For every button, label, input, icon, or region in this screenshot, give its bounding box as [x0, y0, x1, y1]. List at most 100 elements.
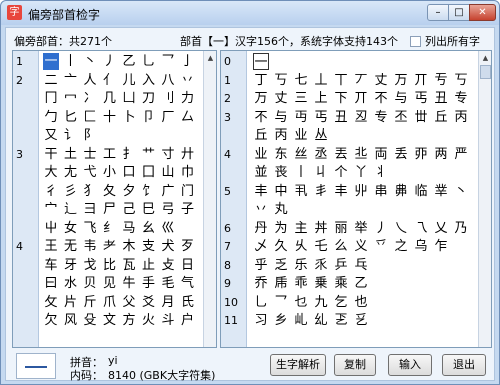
- character-cell[interactable]: 乤: [333, 312, 349, 329]
- radical-cell[interactable]: 辶: [63, 201, 79, 218]
- radical-cell[interactable]: 牛: [121, 275, 137, 292]
- character-cell[interactable]: 丳: [393, 183, 409, 200]
- character-cell[interactable]: 両: [373, 146, 389, 163]
- character-cell[interactable]: 乕: [273, 275, 289, 292]
- character-cell[interactable]: 丁: [253, 72, 269, 89]
- character-cell[interactable]: 丰: [253, 183, 269, 200]
- exit-button[interactable]: 退出: [442, 354, 486, 376]
- character-cell[interactable]: 丬: [373, 164, 389, 181]
- character-cell[interactable]: 丘: [253, 127, 269, 144]
- character-cell[interactable]: 丷: [253, 201, 269, 218]
- character-cell[interactable]: 乂: [433, 220, 449, 237]
- radical-cell[interactable]: 扌: [121, 146, 137, 163]
- character-cell[interactable]: 丂: [453, 72, 469, 89]
- radical-cell[interactable]: 己: [121, 201, 137, 218]
- radical-cell[interactable]: 毛: [160, 275, 176, 292]
- radical-cell[interactable]: 饣: [141, 183, 157, 200]
- maximize-button[interactable]: □: [448, 4, 470, 21]
- character-cell[interactable]: 丸: [273, 201, 289, 218]
- radical-cell[interactable]: 亻: [102, 72, 118, 89]
- character-cell[interactable]: 丆: [353, 72, 369, 89]
- radical-cell[interactable]: 彡: [63, 183, 79, 200]
- character-cell[interactable]: 丙: [453, 109, 469, 126]
- show-all-label[interactable]: 列出所有字: [425, 33, 480, 49]
- character-cell[interactable]: 与: [393, 90, 409, 107]
- radical-cell[interactable]: 冫: [82, 90, 98, 107]
- character-cell[interactable]: 乚: [253, 294, 269, 311]
- radical-cell[interactable]: 亠: [63, 72, 79, 89]
- radical-cell[interactable]: 厶: [180, 109, 196, 126]
- radical-cell[interactable]: 屮: [43, 220, 59, 237]
- character-cell[interactable]: 丰: [333, 183, 349, 200]
- radical-cell[interactable]: 阝: [82, 127, 98, 144]
- radical-cell[interactable]: 止: [141, 257, 157, 274]
- radical-cell[interactable]: 爪: [102, 294, 118, 311]
- radical-cell[interactable]: 犬: [160, 238, 176, 255]
- radical-cell[interactable]: 艹: [141, 146, 157, 163]
- character-cell[interactable]: 亐: [433, 72, 449, 89]
- character-cell[interactable]: 丣: [413, 146, 429, 163]
- character-cell[interactable]: 乌: [413, 238, 429, 255]
- character-cell[interactable]: 乒: [333, 257, 349, 274]
- radical-panel[interactable]: 1 一丨丶丿乙乚乛亅 2 二亠人亻儿入八丷冂冖冫几凵刀刂力勹匕匚十卜卩厂厶又讠阝 3 干土…: [12, 50, 217, 348]
- character-cell[interactable]: 丛: [313, 127, 329, 144]
- character-cell[interactable]: 丫: [353, 164, 369, 181]
- radical-cell[interactable]: 丷: [180, 72, 196, 89]
- character-cell[interactable]: 丅: [333, 72, 349, 89]
- character-cell[interactable]: 乔: [253, 275, 269, 292]
- radical-cell[interactable]: 彳: [43, 183, 59, 200]
- character-cell[interactable]: 乍: [433, 238, 449, 255]
- character-cell[interactable]: 上: [313, 90, 329, 107]
- character-cell[interactable]: 乣: [313, 312, 329, 329]
- radical-cell[interactable]: 勹: [43, 109, 59, 126]
- character-cell[interactable]: 与: [273, 109, 289, 126]
- minimize-button[interactable]: –: [427, 4, 449, 21]
- character-cell[interactable]: 专: [453, 90, 469, 107]
- radical-cell[interactable]: 氏: [180, 294, 196, 311]
- character-cell[interactable]: 丹: [253, 220, 269, 237]
- character-cell[interactable]: 乎: [253, 257, 269, 274]
- character-cell[interactable]: 乖: [293, 275, 309, 292]
- radical-cell[interactable]: 方: [121, 312, 137, 329]
- radical-cell[interactable]: 冖: [63, 90, 79, 107]
- radical-cell[interactable]: 尢: [63, 164, 79, 181]
- character-cell[interactable]: 並: [253, 164, 269, 181]
- character-cell[interactable]: 东: [273, 146, 289, 163]
- radical-cell[interactable]: 几: [102, 90, 118, 107]
- character-cell[interactable]: 乙: [353, 275, 369, 292]
- radical-cell[interactable]: 弋: [82, 164, 98, 181]
- close-button[interactable]: ✕: [469, 4, 496, 21]
- character-cell[interactable]: 三: [293, 90, 309, 107]
- character-cell[interactable]: 丢: [393, 146, 409, 163]
- character-cell[interactable]: 乜: [293, 294, 309, 311]
- character-scrollbar[interactable]: ▲: [478, 51, 491, 347]
- character-cell[interactable]: 乃: [453, 220, 469, 237]
- scroll-up-icon[interactable]: ▲: [480, 52, 491, 64]
- radical-scrollbar[interactable]: ▲: [203, 51, 216, 347]
- character-cell[interactable]: 丑: [333, 109, 349, 126]
- character-cell[interactable]: 万: [253, 90, 269, 107]
- radical-cell[interactable]: 见: [102, 275, 118, 292]
- copy-button[interactable]: 复制: [334, 354, 376, 376]
- radical-cell[interactable]: 力: [180, 90, 196, 107]
- radical-cell[interactable]: 亅: [180, 53, 196, 70]
- radical-cell[interactable]: 爻: [141, 294, 157, 311]
- radical-cell[interactable]: 夂: [102, 183, 118, 200]
- character-cell[interactable]: 丗: [413, 109, 429, 126]
- character-cell[interactable]: 下: [333, 90, 349, 107]
- character-cell[interactable]: 丕: [393, 109, 409, 126]
- character-cell[interactable]: 义: [353, 238, 369, 255]
- radical-cell[interactable]: 斗: [160, 312, 176, 329]
- radical-cell[interactable]: 火: [141, 312, 157, 329]
- character-cell[interactable]: 乀: [393, 220, 409, 237]
- radical-cell[interactable]: 木: [121, 238, 137, 255]
- radical-cell[interactable]: 牙: [63, 257, 79, 274]
- radical-cell[interactable]: 欠: [43, 312, 59, 329]
- character-cell[interactable]: 丿: [373, 220, 389, 237]
- radical-cell[interactable]: 小: [102, 164, 118, 181]
- radical-cell[interactable]: 一: [43, 53, 59, 70]
- radical-cell[interactable]: 讠: [63, 127, 79, 144]
- character-cell[interactable]: 万: [393, 72, 409, 89]
- radical-cell[interactable]: 人: [82, 72, 98, 89]
- radical-cell[interactable]: 大: [43, 164, 59, 181]
